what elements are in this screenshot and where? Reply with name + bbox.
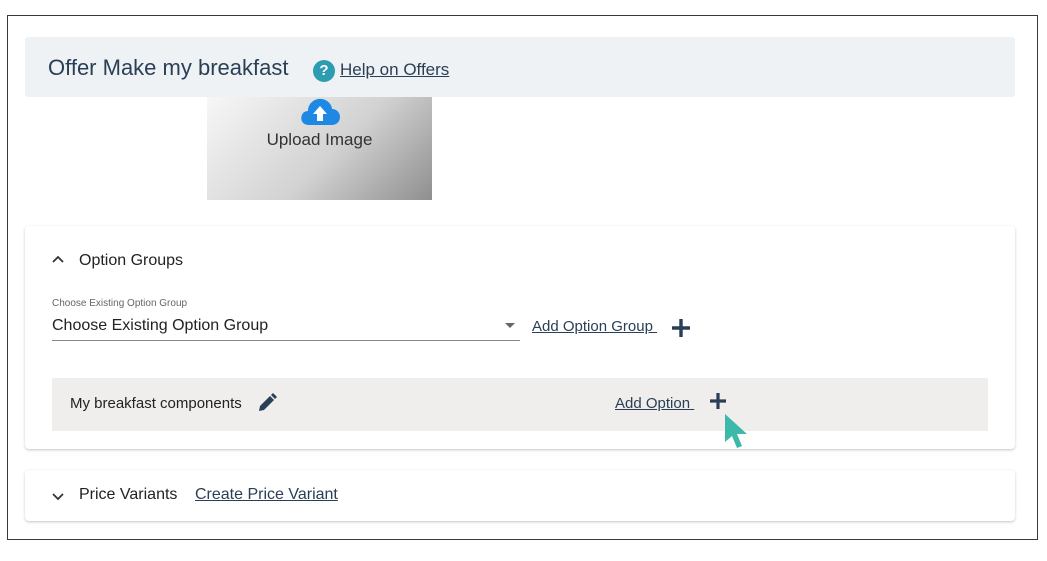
pencil-icon[interactable] [257,393,277,413]
price-variants-panel: Price Variants Create Price Variant [25,470,1015,521]
plus-icon[interactable] [670,317,692,339]
chevron-up-icon[interactable] [51,254,65,264]
add-option-link[interactable]: Add Option [615,395,694,412]
select-label: Choose Existing Option Group [52,298,188,309]
option-groups-title: Option Groups [79,252,184,269]
option-group-row: My breakfast components Add Option [52,378,988,431]
plus-icon[interactable] [708,391,728,411]
option-group-name: My breakfast components [70,395,242,412]
select-value: Choose Existing Option Group [52,317,269,334]
mouse-pointer-icon [725,414,747,448]
add-option-group-link[interactable]: Add Option Group [532,318,657,335]
help-on-offers-link[interactable]: Help on Offers [340,60,449,80]
page-title: Offer Make my breakfast [48,55,289,80]
option-group-select[interactable]: Choose Existing Option Group [52,314,520,341]
create-price-variant-link[interactable]: Create Price Variant [195,486,338,504]
dropdown-arrow-icon [505,323,515,328]
upload-image-button[interactable]: Upload Image [207,97,432,200]
help-icon[interactable]: ? [313,60,335,82]
price-variants-title: Price Variants [79,486,178,503]
option-groups-panel: Option Groups Choose Existing Option Gro… [25,226,1015,449]
upload-image-label: Upload Image [266,130,373,149]
offer-header: Offer Make my breakfast [25,37,1015,97]
chevron-down-icon[interactable] [51,492,65,502]
cloud-upload-icon [301,98,340,125]
